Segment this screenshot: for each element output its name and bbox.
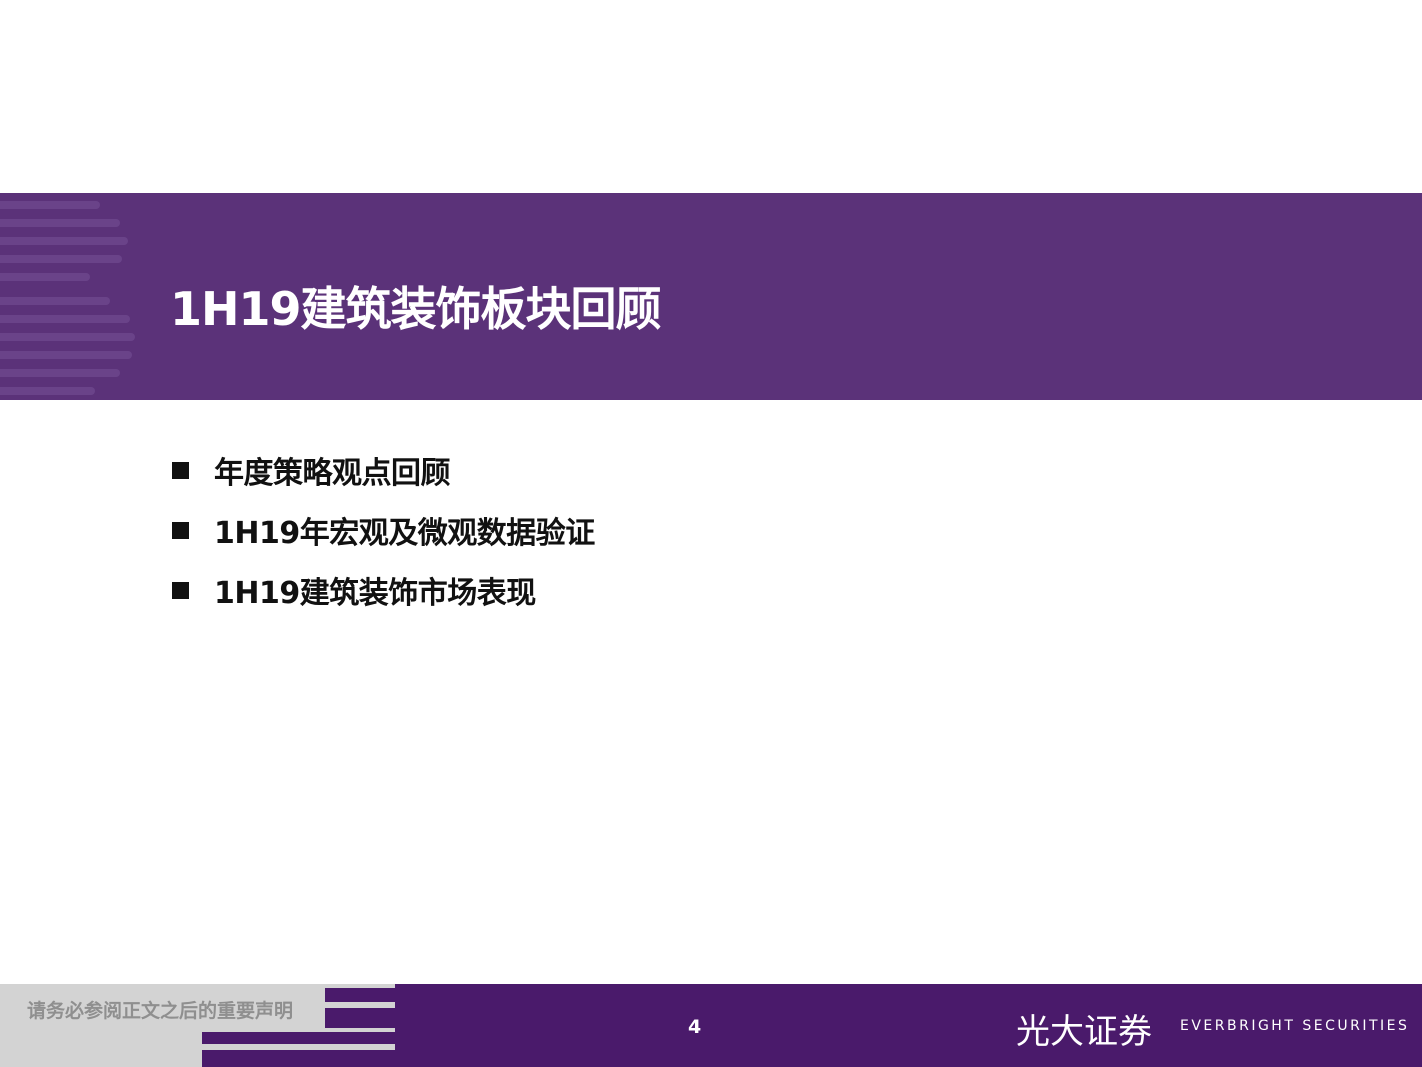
page-title: 1H19建筑装饰板块回顾 <box>170 282 662 336</box>
company-logo-cn: 光大证券 <box>1016 1012 1152 1052</box>
footer-disclaimer-area: 请务必参阅正文之后的重要声明 <box>0 984 395 1067</box>
square-bullet-icon <box>172 521 189 539</box>
list-item-text: 年度策略观点回顾 <box>214 456 451 491</box>
list-item-text: 1H19年宏观及微观数据验证 <box>214 516 595 551</box>
square-bullet-icon <box>172 581 189 599</box>
page-number: 4 <box>688 1016 702 1038</box>
disclaimer-text: 请务必参阅正文之后的重要声明 <box>27 1000 294 1022</box>
company-logo-en: EVERBRIGHT SECURITIES <box>1180 1018 1410 1034</box>
list-item-text: 1H19建筑装饰市场表现 <box>214 576 536 611</box>
title-banner: 1H19建筑装饰板块回顾 <box>0 193 1422 400</box>
bullet-list: 年度策略观点回顾 1H19年宏观及微观数据验证 1H19建筑装饰市场表现 <box>172 440 595 620</box>
logo-stripes-decoration <box>0 193 140 400</box>
square-bullet-icon <box>172 461 189 479</box>
list-item: 1H19年宏观及微观数据验证 <box>172 500 595 560</box>
footer: 请务必参阅正文之后的重要声明 4 光大证券 EVERBRIGHT SECURIT… <box>0 984 1422 1067</box>
list-item: 1H19建筑装饰市场表现 <box>172 560 595 620</box>
list-item: 年度策略观点回顾 <box>172 440 595 500</box>
